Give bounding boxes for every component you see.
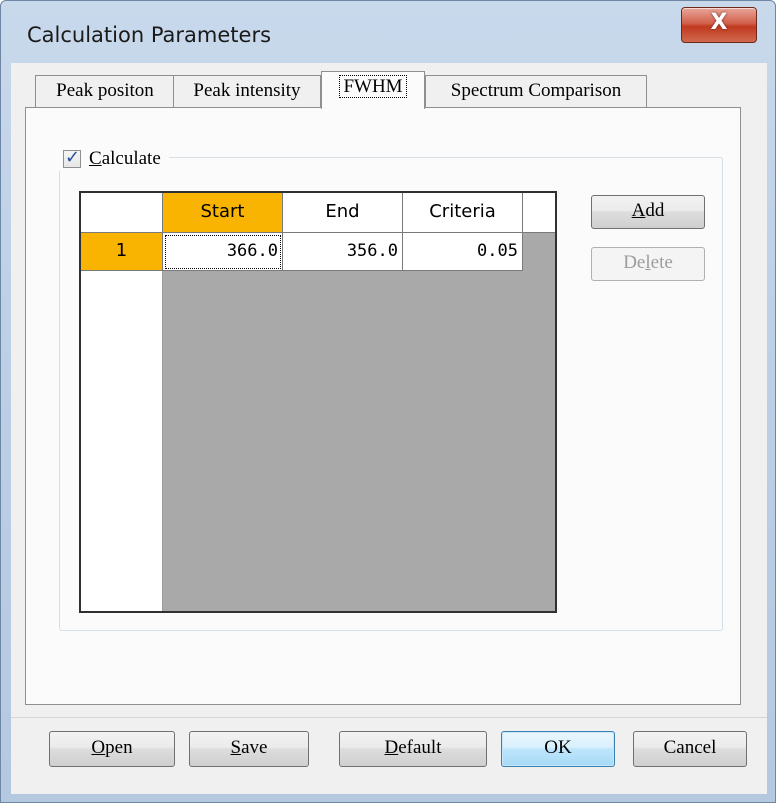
grid-corner-cell[interactable] (81, 193, 163, 233)
default-button[interactable]: Default (339, 731, 487, 767)
window-title: Calculation Parameters (27, 23, 272, 47)
add-mnemonic: A (631, 200, 646, 221)
ok-button[interactable]: OK (501, 731, 615, 767)
row-header-1[interactable]: 1 (81, 233, 163, 271)
tab-peak-position[interactable]: Peak positon (35, 75, 175, 107)
tab-label: Spectrum Comparison (450, 80, 622, 101)
column-header-start[interactable]: Start (163, 193, 283, 233)
footer-separator (11, 717, 767, 718)
title-bar[interactable]: Calculation Parameters X (1, 1, 775, 63)
tab-label: FWHM (339, 75, 407, 98)
open-label-rest: pen (105, 737, 133, 758)
calculate-checkbox-row[interactable]: ✓ Calculate (59, 147, 169, 171)
fwhm-grid[interactable]: Start End Criteria 1 366.0 356.0 0.05 (79, 191, 557, 613)
column-header-criteria[interactable]: Criteria (403, 193, 523, 233)
dialog-window: Calculation Parameters X Peak positon Pe… (0, 0, 776, 803)
cell-start-1[interactable]: 366.0 (163, 233, 283, 271)
tab-label: Peak intensity (193, 80, 301, 101)
delete-label-rest: ete (650, 252, 673, 273)
delete-label-start: De (623, 252, 646, 273)
check-icon: ✓ (65, 147, 81, 168)
default-mnemonic: D (384, 737, 399, 758)
save-mnemonic: S (230, 737, 242, 758)
delete-button[interactable]: Delete (591, 247, 705, 281)
calculate-label-rest: alculate (101, 148, 161, 169)
close-icon: X (710, 10, 728, 35)
add-label-rest: dd (645, 200, 665, 221)
tab-label: Peak positon (56, 80, 154, 101)
tab-fwhm[interactable]: FWHM (321, 71, 425, 109)
tab-peak-intensity[interactable]: Peak intensity (173, 75, 321, 107)
calculate-mnemonic: C (89, 148, 102, 169)
calculate-checkbox[interactable]: ✓ (63, 147, 81, 168)
open-button[interactable]: Open (49, 731, 175, 767)
column-header-end[interactable]: End (283, 193, 403, 233)
close-button[interactable]: X (681, 7, 757, 43)
cancel-button[interactable]: Cancel (633, 731, 747, 767)
cell-end-1[interactable]: 356.0 (283, 233, 403, 271)
calculate-label[interactable]: Calculate (89, 148, 161, 169)
default-label-rest: efault (398, 737, 442, 758)
save-label-rest: ave (241, 737, 268, 758)
open-mnemonic: O (91, 737, 106, 758)
cell-criteria-1[interactable]: 0.05 (403, 233, 523, 271)
save-button[interactable]: Save (189, 731, 309, 767)
grid-header-filler (523, 193, 555, 233)
add-button[interactable]: Add (591, 195, 705, 229)
tab-spectrum-comparison[interactable]: Spectrum Comparison (425, 75, 647, 107)
